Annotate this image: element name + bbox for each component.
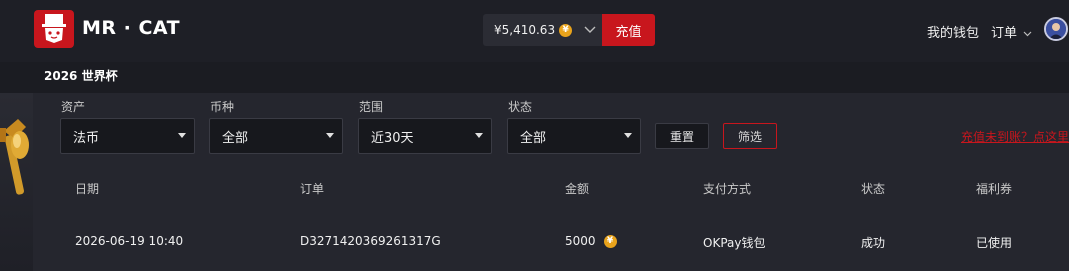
row-amount-value: 5000	[565, 234, 596, 248]
range-select-value: 近30天	[371, 130, 414, 146]
caret-down-icon	[475, 133, 483, 138]
asset-select[interactable]: 法币	[60, 118, 195, 154]
chevron-down-icon[interactable]	[578, 14, 602, 46]
brand-name[interactable]: MR · CAT	[82, 17, 180, 39]
orders-menu[interactable]: 订单	[991, 22, 1032, 41]
row-payment-method: OKPay钱包	[703, 236, 766, 250]
caret-down-icon	[326, 133, 334, 138]
currency-select-value: 全部	[222, 130, 249, 146]
status-select[interactable]: 全部	[507, 118, 641, 154]
recharge-button[interactable]: 充值	[602, 14, 655, 46]
column-header-amount: 金额	[565, 182, 590, 196]
row-coupon: 已使用	[976, 236, 1013, 250]
chevron-down-icon	[1023, 31, 1032, 36]
wallet-balance: ¥5,410.63	[494, 23, 556, 37]
page-subtitle: 2026 世界杯	[44, 69, 118, 83]
row-status: 成功	[861, 236, 886, 250]
caret-down-icon	[624, 133, 632, 138]
user-avatar[interactable]	[1044, 17, 1068, 41]
currency-select[interactable]: 全部	[209, 118, 343, 154]
range-filter-label: 范围	[359, 100, 384, 114]
row-date: 2026-06-19 10:40	[75, 234, 184, 248]
column-header-coupon: 福利券	[976, 182, 1013, 196]
orders-menu-label: 订单	[991, 26, 1018, 41]
status-select-value: 全部	[520, 130, 547, 146]
column-header-status: 状态	[861, 182, 886, 196]
column-header-date: 日期	[75, 182, 100, 196]
column-header-order: 订单	[300, 182, 325, 196]
row-amount: 5000 ¥	[565, 234, 617, 248]
caret-down-icon	[178, 133, 186, 138]
my-wallet-link[interactable]: 我的钱包	[927, 22, 979, 41]
status-filter-label: 状态	[508, 100, 533, 114]
side-decoration	[0, 93, 33, 271]
coin-icon: ¥	[603, 234, 617, 248]
recharge-help-link[interactable]: 充值未到账？点这里	[961, 128, 1069, 145]
asset-filter-label: 资产	[61, 100, 86, 114]
currency-filter-label: 币种	[210, 100, 235, 114]
asset-select-value: 法币	[73, 130, 100, 146]
logo-icon[interactable]	[34, 10, 74, 48]
range-select[interactable]: 近30天	[358, 118, 492, 154]
column-header-payment-method: 支付方式	[703, 182, 752, 196]
reset-button[interactable]: 重置	[655, 123, 709, 149]
filter-button[interactable]: 筛选	[723, 123, 777, 149]
coin-icon: ¥	[559, 23, 573, 37]
row-order-id: D3271420369261317G	[300, 234, 441, 248]
